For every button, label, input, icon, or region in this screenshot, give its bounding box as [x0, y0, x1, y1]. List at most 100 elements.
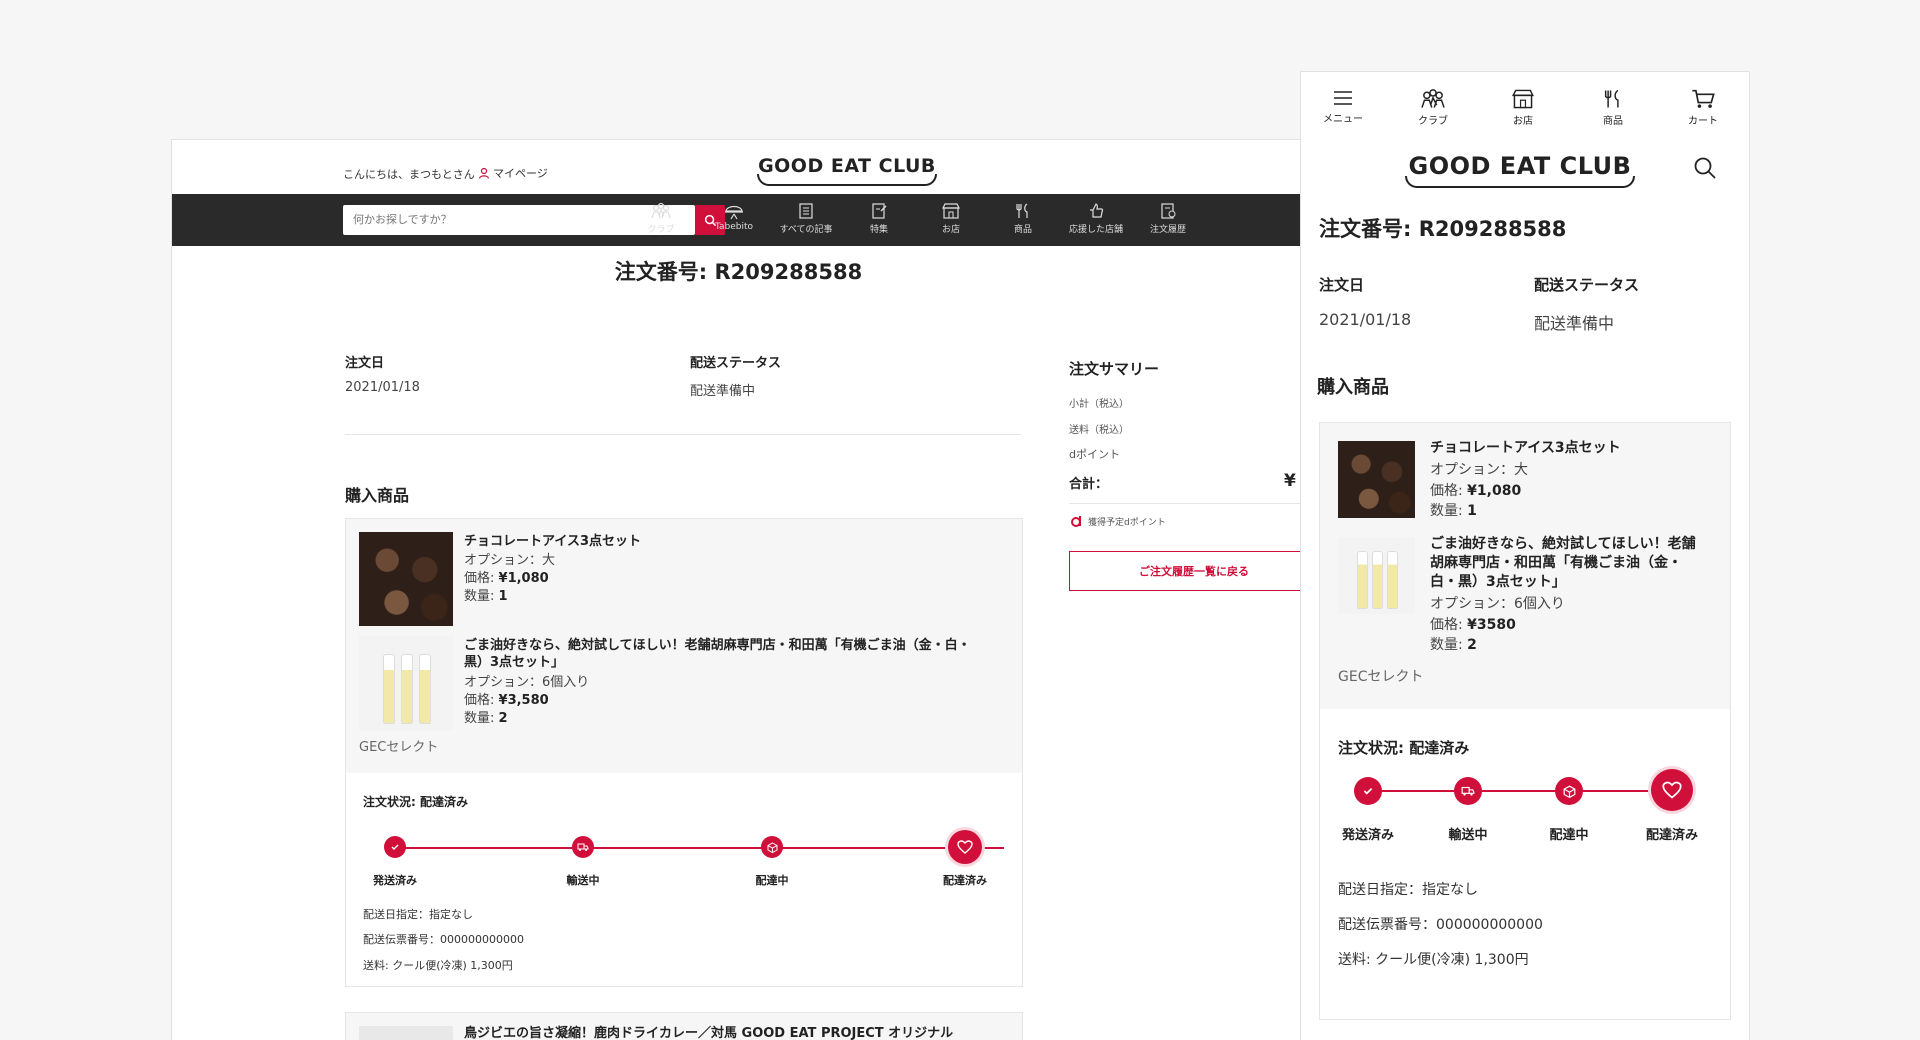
product-name[interactable]: ごま油好きなら、絶対試してほしい！老舗胡麻専門店・和田萬「有機ごま油（金・白・ … [464, 637, 1014, 671]
articles-icon [799, 203, 813, 219]
delivery-date-text: 配送日指定：指定なし [363, 908, 473, 921]
status-step-label: 配達済み [943, 874, 987, 887]
status-step-dot-current [948, 830, 982, 864]
status-step-dot-current [1651, 769, 1693, 811]
nav-label: お店 [941, 225, 960, 235]
dpoint-icon [1071, 516, 1081, 527]
product-thumbnail[interactable] [359, 532, 453, 626]
shop-name[interactable]: GECセレクト [1338, 666, 1423, 686]
status-step-dot [384, 836, 406, 858]
order-summary-title: 注文サマリー [1069, 360, 1160, 378]
shipping-status-value: 配送準備中 [1534, 314, 1615, 333]
product-list: チョコレートアイス3点セット オプション：大 価格: ¥1,080 数量: 1 … [1319, 422, 1731, 711]
nav-club[interactable]: クラブ [631, 202, 691, 235]
next-order-card: 鳥ジビエの旨さ凝縮！鹿肉ドライカレー／対馬 GOOD EAT PROJECT オ… [345, 1012, 1023, 1040]
bottle-image [1357, 551, 1368, 609]
mobile-page: メニュー クラブ お店 商品 カート GOOD EAT CLUB 注文番号: R… [1300, 71, 1750, 1040]
order-status-section: 注文状況: 配達済み 発送済み 輸送中 配達中 配達済み 配送日指定：指定なし … [1319, 709, 1731, 1020]
desktop-page: こんにちは、まつもとさん マイページ GOOD EAT CLUB クラブ Tab… [171, 139, 1306, 1040]
bottle-image [383, 654, 395, 724]
product-price: 価格: ¥1,080 [464, 571, 549, 586]
nav-label: クラブ [647, 225, 675, 235]
nav-label: Tabebito [714, 222, 754, 232]
nav-tabebito[interactable]: Tabebito [704, 202, 764, 232]
product-name[interactable]: チョコレートアイス3点セット [1430, 440, 1621, 457]
product-option: オプション：大 [1430, 462, 1528, 478]
nav-order-history[interactable]: 注文履歴 [1138, 202, 1198, 235]
mypage-label: マイページ [493, 167, 548, 180]
shipping-status-value: 配送準備中 [690, 384, 756, 399]
points-label: 獲得予定dポイント [1088, 517, 1166, 528]
nav-label: カート [1688, 116, 1718, 127]
bottle-image [419, 654, 431, 724]
nav-label: メニュー [1323, 114, 1363, 125]
product-price: 価格: ¥1,080 [1430, 483, 1522, 499]
hamburger-menu-icon [1334, 91, 1352, 105]
cutlery-icon [1016, 203, 1028, 218]
order-date-label: 注文日 [345, 356, 385, 371]
thumbs-up-icon [1090, 203, 1104, 218]
divider [345, 434, 1021, 435]
status-progress-line [1370, 790, 1690, 792]
nav-label: 特集 [869, 225, 888, 235]
order-status-text: 注文状況: 配達済み [363, 795, 469, 809]
product-thumbnail[interactable] [359, 636, 453, 730]
back-to-order-history-button[interactable]: ご注文履歴一覧に戻る [1069, 551, 1305, 591]
global-navbar: クラブ Tabebito すべての記事 特集 お店 商品 応援した店舗 注文履 [172, 194, 1305, 246]
shop-name[interactable]: GECセレクト [359, 736, 438, 755]
purchased-items-heading: 購入商品 [1317, 377, 1389, 398]
nav-label: 商品 [1013, 225, 1032, 235]
truck-icon [577, 843, 589, 851]
box-icon [1563, 785, 1575, 798]
product-list: チョコレートアイス3点セット オプション：大 価格: ¥1,080 数量: 1 … [345, 518, 1023, 775]
status-step-dot [1354, 777, 1382, 805]
mypage-link[interactable]: マイページ [478, 165, 548, 181]
summary-shipping-label: 送料（税込） [1069, 425, 1129, 436]
logo-bowl [1405, 176, 1635, 188]
mobile-nav-cart[interactable]: カート [1668, 88, 1738, 127]
status-step-label: 配達中 [755, 874, 789, 887]
order-number-title: 注文番号: R209288588 [614, 260, 863, 284]
product-name[interactable]: チョコレートアイス3点セット [464, 533, 641, 550]
nav-shops[interactable]: お店 [921, 202, 981, 235]
logo-bowl [757, 174, 937, 186]
product-name[interactable]: ごま油好きなら、絶対試してほしい！老舗 胡麻専門店・和田萬「有機ごま油（金・ 白… [1430, 535, 1720, 592]
mobile-search-button[interactable] [1693, 156, 1717, 184]
shop-icon [1512, 89, 1534, 109]
shipping-fee-text: 送料: クール便(冷凍) 1,300円 [1338, 952, 1529, 968]
shipping-fee-text: 送料: クール便(冷凍) 1,300円 [363, 959, 513, 972]
product-thumbnail[interactable] [1338, 441, 1415, 518]
status-step-dot [572, 836, 594, 858]
points-row: 獲得予定dポイント [1069, 514, 1166, 528]
bottle-image [1372, 551, 1383, 609]
nav-label: 応援した店舗 [1068, 225, 1123, 235]
site-logo[interactable]: GOOD EAT CLUB [757, 152, 937, 186]
nav-products[interactable]: 商品 [993, 202, 1053, 235]
site-logo[interactable]: GOOD EAT CLUB [1405, 150, 1635, 188]
product-quantity: 数量: 1 [464, 589, 508, 604]
mobile-nav-menu[interactable]: メニュー [1308, 88, 1378, 125]
delivery-date-text: 配送日指定：指定なし [1338, 882, 1478, 898]
search-icon [1694, 157, 1716, 179]
summary-total-label: 合計： [1069, 477, 1109, 492]
mobile-nav-products[interactable]: 商品 [1578, 88, 1648, 127]
status-step-dot [1555, 777, 1583, 805]
nav-features[interactable]: 特集 [849, 202, 909, 235]
nav-label: すべての記事 [779, 225, 833, 235]
heart-icon [1662, 781, 1682, 799]
status-step-label: 配達済み [1645, 828, 1698, 843]
mobile-nav-shops[interactable]: お店 [1488, 88, 1558, 127]
mobile-nav-club[interactable]: クラブ [1398, 88, 1468, 127]
product-thumbnail[interactable] [1338, 537, 1415, 614]
product-price: 価格: ¥3580 [1430, 617, 1516, 633]
nav-label: クラブ [1418, 116, 1448, 127]
nav-articles[interactable]: すべての記事 [776, 202, 836, 235]
nav-supported-shops[interactable]: 応援した店舗 [1066, 202, 1126, 235]
shipping-status-label: 配送ステータス [1534, 276, 1640, 294]
status-step-label: 配達中 [1549, 828, 1589, 843]
product-name[interactable]: 鳥ジビエの旨さ凝縮！鹿肉ドライカレー／対馬 GOOD EAT PROJECT オ… [464, 1025, 953, 1040]
club-icon [1421, 89, 1445, 108]
product-thumbnail[interactable] [359, 1026, 453, 1040]
divider [1069, 503, 1305, 504]
status-progress-line [394, 847, 1004, 849]
